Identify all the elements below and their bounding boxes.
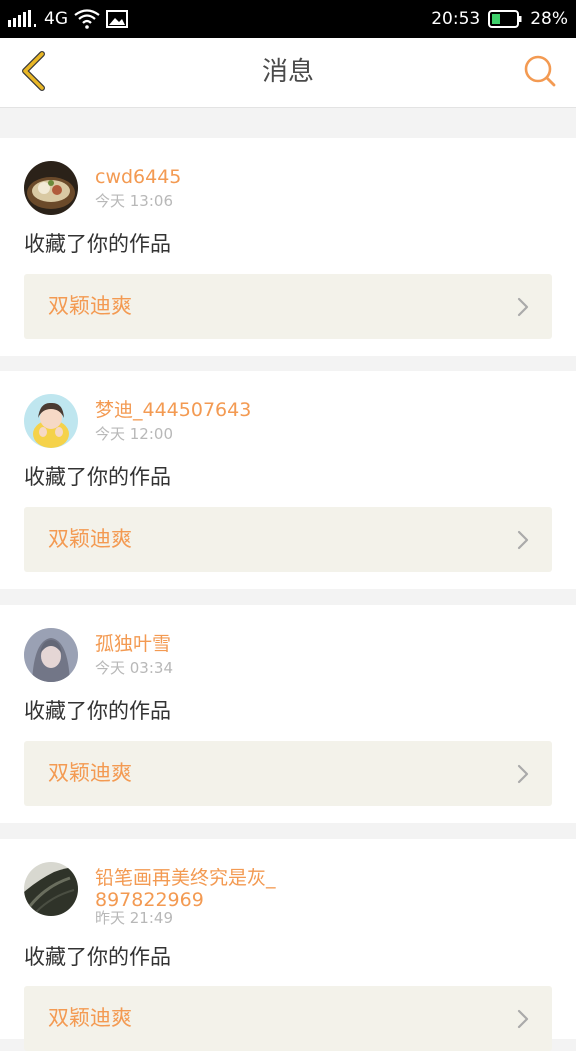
wifi-icon: [74, 9, 100, 29]
timestamp: 今天 03:34: [95, 659, 173, 677]
chevron-right-icon: [516, 763, 530, 785]
work-link[interactable]: 双颖迪爽: [24, 741, 552, 806]
work-link[interactable]: 双颖迪爽: [24, 986, 552, 1051]
back-button[interactable]: [12, 51, 54, 95]
message-card: 铅笔画再美终究是灰_897822969 昨天 21:49 收藏了你的作品 双颖迪…: [0, 839, 576, 1051]
work-link[interactable]: 双颖迪爽: [24, 507, 552, 572]
work-title: 双颖迪爽: [48, 761, 132, 785]
username[interactable]: 孤独叶雪: [95, 633, 171, 655]
message-card: 孤独叶雪 今天 03:34 收藏了你的作品 双颖迪爽: [0, 605, 576, 823]
message-card: 梦迪_444507643 今天 12:00 收藏了你的作品 双颖迪爽: [0, 371, 576, 589]
clock: 20:53: [431, 8, 481, 29]
action-text: 收藏了你的作品: [24, 232, 171, 256]
search-icon: [523, 54, 557, 92]
network-type: 4G: [44, 8, 68, 29]
chevron-right-icon: [516, 529, 530, 551]
action-text: 收藏了你的作品: [24, 465, 171, 489]
username[interactable]: 梦迪_444507643: [95, 399, 251, 421]
page-title: 消息: [261, 57, 314, 87]
work-title: 双颖迪爽: [48, 1006, 132, 1030]
timestamp: 今天 12:00: [95, 425, 173, 443]
message-card: cwd6445 今天 13:06 收藏了你的作品 双颖迪爽: [0, 138, 576, 356]
username[interactable]: 铅笔画再美终究是灰_897822969: [95, 867, 285, 911]
chevron-right-icon: [516, 1008, 530, 1030]
avatar[interactable]: [24, 394, 78, 448]
battery-icon: [488, 9, 522, 29]
avatar[interactable]: [24, 161, 78, 215]
chevron-right-icon: [516, 296, 530, 318]
status-bar: 4G 20:53 28%: [0, 0, 576, 38]
work-link[interactable]: 双颖迪爽: [24, 274, 552, 339]
timestamp: 昨天 21:49: [95, 909, 173, 927]
signal-icon: [8, 10, 38, 28]
work-title: 双颖迪爽: [48, 527, 132, 551]
avatar[interactable]: [24, 862, 78, 916]
image-icon: [106, 10, 128, 28]
timestamp: 今天 13:06: [95, 192, 173, 210]
battery-percent: 28%: [530, 8, 568, 29]
action-text: 收藏了你的作品: [24, 699, 171, 723]
top-nav-bar: 消息: [0, 38, 576, 108]
avatar[interactable]: [24, 628, 78, 682]
chevron-left-icon: [19, 51, 47, 95]
action-text: 收藏了你的作品: [24, 945, 171, 969]
username[interactable]: cwd6445: [95, 166, 181, 188]
search-button[interactable]: [520, 53, 560, 93]
work-title: 双颖迪爽: [48, 294, 132, 318]
